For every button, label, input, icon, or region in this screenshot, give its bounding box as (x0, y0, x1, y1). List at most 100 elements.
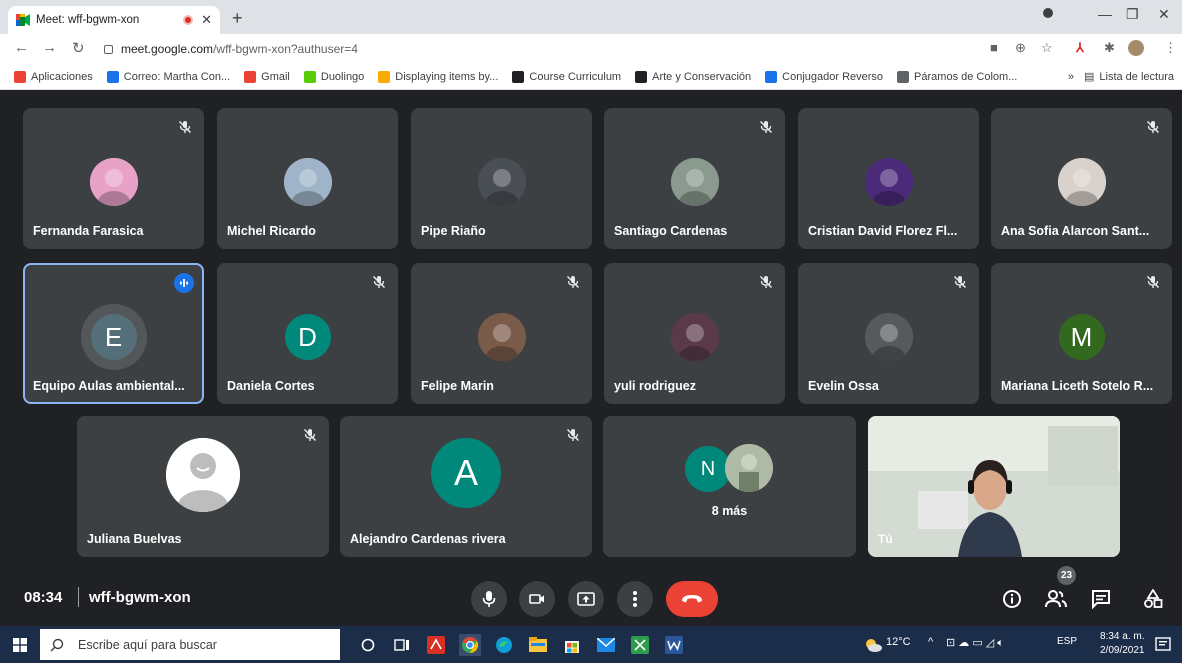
tab-close-icon[interactable]: ✕ (201, 12, 212, 28)
meeting-code: wff-bgwm-xon (89, 589, 191, 606)
taskbar-clock[interactable]: 8:34 a. m. 2/09/2021 (1100, 630, 1145, 658)
leave-call-button[interactable] (666, 581, 718, 617)
bookmark-item[interactable]: Duolingo (303, 70, 365, 83)
back-button[interactable]: ← (14, 39, 29, 56)
participant-tile[interactable]: Santiago Cardenas (604, 108, 785, 249)
participant-name: Felipe Marin (421, 379, 494, 393)
participant-tile[interactable]: E Equipo Aulas ambiental... (23, 263, 204, 404)
info-icon (1003, 590, 1021, 608)
meet-grid: N 8 más Tú Fernanda Farasica Michel Ricar… (0, 90, 1182, 626)
participant-tile[interactable]: Cristian David Florez Fl... (798, 108, 979, 249)
microphone-button[interactable] (471, 581, 507, 617)
participant-tile[interactable]: Michel Ricardo (217, 108, 398, 249)
participant-tile[interactable]: Fernanda Farasica (23, 108, 204, 249)
show-hidden-icons-icon[interactable]: ^ (928, 636, 933, 648)
bookmark-label: Displaying items by... (395, 70, 499, 83)
zoom-icon[interactable]: ⊕ (1015, 40, 1026, 56)
camera-in-use-icon[interactable]: ■ (990, 40, 998, 55)
bookmark-label: Gmail (261, 70, 290, 83)
tab-title: Meet: wff-bgwm-xon (36, 14, 140, 26)
participant-tile[interactable]: D Daniela Cortes (217, 263, 398, 404)
recording-indicator-icon (183, 15, 194, 25)
meeting-details-button[interactable] (998, 585, 1026, 613)
bookmark-label: Correo: Martha Con... (123, 70, 231, 83)
participant-tile[interactable]: Evelin Ossa (798, 263, 979, 404)
bookmark-item[interactable]: Gmail (244, 70, 290, 83)
bookmark-item[interactable]: Aplicaciones (14, 70, 93, 83)
participant-tile[interactable]: Felipe Marin (411, 263, 592, 404)
participant-avatar-photo (1057, 158, 1106, 206)
chat-button[interactable] (1087, 585, 1115, 613)
overflow-label: 8 más (711, 504, 748, 518)
participant-name: Michel Ricardo (227, 224, 316, 238)
pdf-extension-icon[interactable]: ⅄ (1076, 40, 1084, 56)
store-taskbar-icon[interactable] (561, 634, 583, 656)
meeting-time: 08:34 (24, 589, 63, 606)
more-options-button[interactable] (617, 581, 653, 617)
forward-button[interactable]: → (42, 39, 57, 56)
restore-button[interactable]: ❐ (1126, 6, 1139, 23)
bookmark-item[interactable]: Páramos de Colom... (897, 70, 1017, 83)
bookmark-item[interactable]: Correo: Martha Con... (106, 70, 231, 83)
windows-start-icon[interactable] (9, 634, 31, 656)
extensions-icon[interactable]: ✱ (1104, 40, 1115, 56)
participant-name: Fernanda Farasica (33, 224, 144, 238)
activities-button[interactable] (1139, 585, 1167, 613)
activities-icon (1144, 589, 1163, 608)
file-explorer-taskbar-icon[interactable] (527, 634, 549, 656)
task-view-icon[interactable] (391, 634, 413, 656)
notifications-icon[interactable] (1152, 634, 1174, 656)
reload-button[interactable]: ↻ (72, 39, 85, 57)
acrobat-taskbar-icon[interactable] (425, 634, 447, 656)
close-window-button[interactable]: ✕ (1158, 6, 1170, 23)
participant-tile[interactable]: A Alejandro Cardenas rivera (340, 416, 592, 557)
cortana-icon[interactable] (357, 634, 379, 656)
self-view-tile[interactable]: Tú (868, 416, 1120, 557)
spreadsheet-taskbar-icon[interactable] (629, 634, 651, 656)
reading-list-label: Lista de lectura (1099, 70, 1174, 83)
overflow-tile[interactable]: N 8 más (603, 416, 856, 557)
bookmarks-bar: Aplicaciones Correo: Martha Con... Gmail Du… (0, 64, 1182, 90)
profile-avatar[interactable] (1128, 40, 1144, 59)
menu-kebab-icon[interactable]: ⋮ (1164, 40, 1177, 56)
participant-tile[interactable]: yuli rodriguez (604, 263, 785, 404)
bookmark-item[interactable]: Displaying items by... (378, 70, 499, 83)
browser-tab-meet[interactable]: Meet: wff-bgwm-xon ✕ (8, 6, 220, 34)
chrome-taskbar-icon[interactable] (459, 634, 481, 656)
people-icon (1045, 590, 1067, 608)
camera-button[interactable] (519, 581, 555, 617)
bookmark-favicon-icon (765, 70, 778, 83)
more-bookmarks-icon[interactable]: » (1068, 71, 1074, 83)
taskbar-search-input[interactable]: Escribe aquí para buscar (40, 629, 340, 660)
camera-icon (529, 594, 544, 604)
participant-name: Pipe Riaño (421, 224, 486, 238)
bookmark-item[interactable]: Course Curriculum (512, 70, 621, 83)
bookmark-item[interactable]: Conjugador Reverso (765, 70, 883, 83)
divider (78, 587, 79, 607)
reading-list[interactable]: » ▤ Lista de lectura (1068, 70, 1174, 84)
muted-mic-icon (566, 428, 580, 442)
mail-taskbar-icon[interactable] (595, 634, 617, 656)
address-bar[interactable]: meet.google.com/wff-bgwm-xon?authuser=4 (104, 37, 1024, 61)
bookmark-label: Duolingo (320, 70, 365, 83)
input-language-label[interactable]: ESP (1057, 636, 1077, 647)
bookmark-item[interactable]: Arte y Conservación (635, 70, 751, 83)
tray-icons[interactable]: ⊡ ☁ ▭ ◿ 🔈︎ (946, 636, 1004, 650)
bookmark-star-icon[interactable]: ☆ (1041, 40, 1053, 56)
profile-icon[interactable] (1042, 6, 1054, 22)
default-avatar-icon (166, 438, 240, 512)
minimize-button[interactable]: — (1098, 6, 1112, 22)
participant-tile[interactable]: Ana Sofia Alarcon Sant... (991, 108, 1172, 249)
hang-up-icon (682, 595, 702, 603)
participant-tile[interactable]: Juliana Buelvas (77, 416, 329, 557)
participant-tile[interactable]: M Mariana Liceth Sotelo R... (991, 263, 1172, 404)
windows-taskbar: Escribe aquí para buscar 12°C ^ ⊡ ☁ ▭ ◿ … (0, 626, 1182, 663)
more-vert-icon (633, 591, 637, 607)
new-tab-button[interactable]: + (232, 8, 243, 29)
edge-taskbar-icon[interactable] (493, 634, 515, 656)
present-screen-button[interactable] (568, 581, 604, 617)
participants-button[interactable] (1042, 585, 1070, 613)
weather-icon[interactable] (862, 634, 884, 656)
participant-tile[interactable]: Pipe Riaño (411, 108, 592, 249)
word-taskbar-icon[interactable] (663, 634, 685, 656)
